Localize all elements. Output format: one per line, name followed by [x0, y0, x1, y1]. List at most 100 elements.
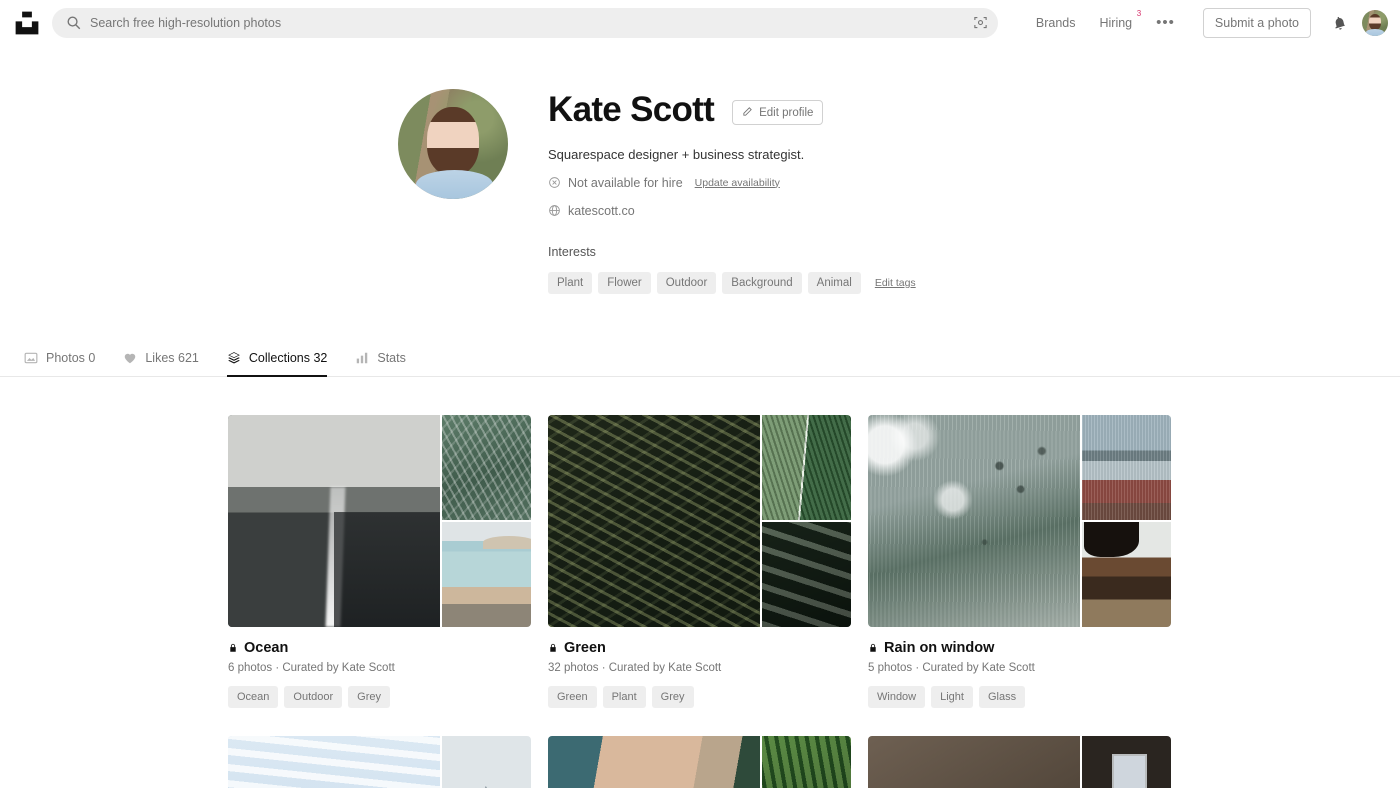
avatar[interactable]	[1362, 9, 1388, 36]
collection-title-row[interactable]: Green	[548, 640, 851, 656]
collection-tag[interactable]: Green	[548, 685, 597, 708]
profile-details: Kate Scott Edit profile Squarespace desi…	[548, 89, 916, 294]
profile-bio: Squarespace designer + business strategi…	[548, 146, 805, 162]
nav-brands[interactable]: Brands	[1024, 16, 1088, 30]
collection-title-row[interactable]: Ocean	[228, 640, 531, 656]
collection-tag[interactable]: Window	[868, 685, 926, 708]
hire-status-row: Not available for hire Update availabili…	[548, 176, 916, 190]
tab-likes[interactable]: Likes 621	[109, 351, 213, 376]
edit-profile-label: Edit profile	[759, 106, 814, 119]
collection-cover[interactable]	[548, 414, 851, 627]
search-bar[interactable]	[52, 7, 998, 38]
collection-title: Green	[564, 639, 606, 656]
update-availability-link[interactable]: Update availability	[695, 177, 780, 189]
interest-tag[interactable]: Animal	[807, 271, 861, 294]
avatar-image	[1362, 9, 1388, 36]
globe-icon	[548, 204, 561, 217]
edit-profile-button[interactable]: Edit profile	[732, 100, 824, 126]
collection-tag[interactable]: Plant	[602, 685, 646, 708]
edit-tags-link[interactable]: Edit tags	[875, 277, 916, 289]
collection-cover[interactable]	[228, 735, 531, 788]
interest-tag[interactable]: Plant	[548, 271, 593, 294]
interest-tag[interactable]: Background	[722, 271, 802, 294]
profile-avatar-image	[398, 89, 508, 199]
page-title: Kate Scott	[548, 90, 715, 129]
profile-name-row: Kate Scott Edit profile	[548, 90, 916, 130]
tab-collections-label: Collections 32	[248, 350, 328, 365]
tab-photos-label: Photos 0	[46, 350, 96, 365]
status-badge: Not available for hire	[568, 175, 683, 190]
collection-title-row[interactable]: Rain on window	[868, 640, 1171, 656]
cover-image-primary	[548, 414, 760, 627]
cover-image-secondary	[762, 414, 851, 520]
collection-card[interactable]	[868, 735, 1171, 788]
unsplash-logo-icon[interactable]	[14, 10, 40, 36]
collection-meta: 6 photos · Curated by Kate Scott	[228, 661, 395, 674]
cover-image-tertiary	[762, 521, 851, 627]
collection-tag[interactable]: Grey	[348, 685, 391, 708]
photo-icon	[24, 351, 38, 365]
search-input[interactable]	[81, 15, 968, 30]
nav-hiring-badge: 3	[1136, 8, 1142, 18]
tab-collections[interactable]: Collections 32	[213, 350, 342, 377]
collection-title: Ocean	[244, 639, 289, 656]
collection-card[interactable]: Rain on window 5 photos · Curated by Kat…	[868, 414, 1171, 708]
collections-grid-wrapper: Ocean 6 photos · Curated by Kate Scott O…	[0, 377, 1400, 788]
interest-tag[interactable]: Flower	[598, 271, 651, 294]
collection-tag[interactable]: Glass	[978, 685, 1026, 708]
nav-hiring[interactable]: Hiring 3	[1087, 9, 1144, 30]
cover-image-tertiary	[442, 521, 531, 627]
collection-tag[interactable]: Ocean	[228, 685, 279, 708]
website-link[interactable]: katescott.co	[568, 204, 635, 218]
collection-cover[interactable]	[228, 414, 531, 627]
tab-stats-label: Stats	[377, 350, 406, 365]
collections-grid: Ocean 6 photos · Curated by Kate Scott O…	[228, 414, 1172, 788]
cover-image-tertiary	[1082, 521, 1171, 627]
submit-a-photo-button[interactable]: Submit a photo	[1202, 7, 1311, 38]
collection-card[interactable]: Ocean 6 photos · Curated by Kate Scott O…	[228, 414, 531, 708]
tab-stats[interactable]: Stats	[341, 351, 420, 376]
profile-tabs: Photos 0 Likes 621 Collections 32 Stats	[0, 340, 1400, 377]
cover-image-secondary	[1082, 414, 1171, 520]
profile-section: Kate Scott Edit profile Squarespace desi…	[398, 45, 1400, 294]
collection-card[interactable]	[228, 735, 531, 788]
collection-tag[interactable]: Grey	[651, 685, 694, 708]
cover-image-secondary	[762, 735, 851, 788]
cover-image-primary	[868, 735, 1080, 788]
collection-tag-row: Green Plant Grey	[548, 685, 851, 708]
collection-cover[interactable]	[548, 735, 851, 788]
search-icon	[66, 15, 81, 30]
cover-image-primary	[868, 414, 1080, 627]
website-row: katescott.co	[548, 204, 916, 218]
more-menu-icon[interactable]: •••	[1144, 15, 1187, 30]
collection-meta: 32 photos · Curated by Kate Scott	[548, 661, 722, 674]
interests-tag-row: Plant Flower Outdoor Background Animal E…	[548, 271, 916, 294]
collection-tag-row: Window Light Glass	[868, 685, 1171, 708]
collection-meta: 5 photos · Curated by Kate Scott	[868, 661, 1035, 674]
visual-search-icon[interactable]	[968, 10, 994, 36]
interest-tag[interactable]: Outdoor	[656, 271, 717, 294]
tab-photos[interactable]: Photos 0	[10, 351, 109, 376]
collection-cover[interactable]	[868, 735, 1171, 788]
collection-card[interactable]	[548, 735, 851, 788]
heart-icon	[123, 351, 137, 365]
profile-avatar[interactable]	[398, 89, 508, 199]
collection-tag-row: Ocean Outdoor Grey	[228, 685, 531, 708]
top-header: Brands Hiring 3 ••• Submit a photo	[0, 0, 1400, 45]
lock-icon	[548, 642, 558, 654]
collection-card[interactable]: Green 32 photos · Curated by Kate Scott …	[548, 414, 851, 708]
interests-label: Interests	[548, 244, 596, 259]
collection-cover[interactable]	[868, 414, 1171, 627]
collection-tag[interactable]: Light	[931, 685, 973, 708]
collection-tag[interactable]: Outdoor	[284, 685, 343, 708]
stack-icon	[227, 351, 241, 365]
cover-image-secondary	[442, 735, 531, 788]
pencil-icon	[742, 106, 753, 120]
lock-icon	[228, 642, 238, 654]
tab-likes-label: Likes 621	[145, 350, 199, 365]
header-nav: Brands Hiring 3 ••• Submit a photo	[1024, 7, 1388, 38]
collection-title: Rain on window	[884, 639, 995, 656]
cover-image-secondary	[1082, 735, 1171, 788]
cover-image-primary	[548, 735, 760, 788]
bell-icon[interactable]	[1326, 10, 1352, 36]
